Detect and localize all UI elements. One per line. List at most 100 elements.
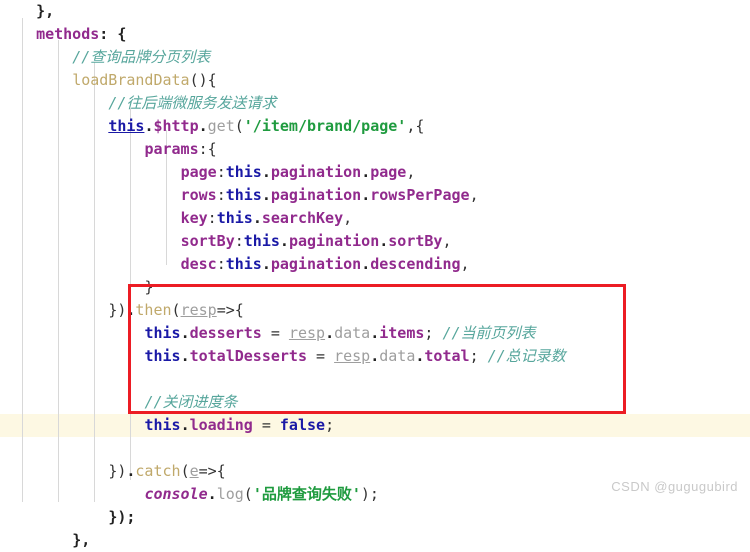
code-token: : (207, 209, 217, 227)
code-line[interactable]: loadBrandData(){ (0, 69, 217, 92)
code-token: catch (135, 462, 181, 480)
code-token: this (225, 255, 262, 273)
code-line[interactable]: }, (0, 529, 90, 552)
code-token: false (279, 416, 326, 434)
code-token: . (180, 324, 190, 342)
code-line[interactable]: }); (0, 506, 135, 529)
code-token: : (216, 255, 226, 273)
code-token: : { (99, 25, 127, 43)
code-line[interactable]: //查询品牌分页列表 (0, 46, 210, 69)
code-line[interactable]: methods: { (0, 23, 126, 46)
code-line[interactable]: } (0, 276, 153, 299)
code-token: rowsPerPage (370, 186, 470, 204)
code-token: params (144, 140, 199, 158)
code-token: , (406, 163, 416, 181)
code-token: pagination (270, 163, 362, 181)
code-token: this (108, 117, 145, 135)
code-line[interactable]: this.totalDesserts = resp.data.total; //… (0, 345, 566, 368)
code-line[interactable]: //往后端微服务发送请求 (0, 92, 276, 115)
code-token: ); (360, 485, 379, 503)
code-token: descending (370, 255, 461, 273)
code-token: page (180, 163, 217, 181)
code-line[interactable]: this.desserts = resp.data.items; //当前页列表 (0, 322, 535, 345)
code-token: searchKey (261, 209, 344, 227)
code-line[interactable]: sortBy:this.pagination.sortBy, (0, 230, 452, 253)
code-line[interactable]: key:this.searchKey, (0, 207, 353, 230)
code-token: =>{ (216, 301, 244, 319)
code-line[interactable]: page:this.pagination.page, (0, 161, 416, 184)
code-token: data (334, 324, 371, 342)
code-token: this (243, 232, 280, 250)
code-token: . (361, 255, 371, 273)
code-token: methods (36, 25, 100, 43)
code-line[interactable]: }, (0, 0, 54, 23)
code-token: : (234, 232, 244, 250)
code-token: '/item/brand/page' (243, 117, 407, 135)
code-line[interactable] (0, 437, 18, 460)
code-token: (){ (189, 71, 217, 89)
code-token: . (261, 186, 271, 204)
code-token: total (424, 347, 470, 365)
code-line[interactable]: this.$http.get('/item/brand/page',{ (0, 115, 424, 138)
code-token: desserts (189, 324, 262, 342)
code-token: =>{ (198, 462, 226, 480)
code-token: :{ (198, 140, 217, 158)
code-token: //总记录数 (487, 347, 566, 365)
code-token: ( (180, 462, 190, 480)
code-line[interactable]: desc:this.pagination.descending, (0, 253, 470, 276)
code-token: pagination (270, 255, 362, 273)
code-token: this (225, 163, 262, 181)
code-token: page (370, 163, 407, 181)
code-token: . (180, 347, 190, 365)
code-token: }); (108, 508, 136, 526)
code-line[interactable]: params:{ (0, 138, 217, 161)
code-token: = (261, 324, 289, 342)
code-line[interactable] (0, 368, 18, 391)
code-token: console (144, 485, 208, 503)
code-token: //关闭进度条 (144, 393, 238, 411)
code-token: . (279, 232, 289, 250)
code-token: : (216, 163, 226, 181)
code-token: , (460, 255, 470, 273)
code-token: , (469, 186, 479, 204)
code-token: } (144, 278, 154, 296)
code-line[interactable]: this.loading = false; (0, 414, 334, 437)
code-token: //往后端微服务发送请求 (108, 94, 277, 112)
code-token: . (207, 485, 217, 503)
code-token: = (252, 416, 280, 434)
code-token: rows (180, 186, 217, 204)
code-token: ; (424, 324, 443, 342)
code-token: . (252, 209, 262, 227)
code-content[interactable]: }, methods: { //查询品牌分页列表 loadBrandData()… (0, 0, 750, 549)
code-line[interactable]: }).catch(e=>{ (0, 460, 226, 483)
code-token: . (325, 324, 335, 342)
code-token: '品牌查询失败' (252, 485, 361, 503)
code-token: . (180, 416, 190, 434)
code-line[interactable]: console.log('品牌查询失败'); (0, 483, 379, 506)
code-token: . (370, 347, 380, 365)
code-token: }, (36, 2, 55, 20)
code-token: pagination (270, 186, 362, 204)
code-token: . (261, 163, 271, 181)
code-token: this (225, 186, 262, 204)
code-token: . (379, 232, 389, 250)
code-line[interactable]: rows:this.pagination.rowsPerPage, (0, 184, 479, 207)
code-line[interactable]: }).then(resp=>{ (0, 299, 244, 322)
code-line[interactable]: //关闭进度条 (0, 391, 238, 414)
